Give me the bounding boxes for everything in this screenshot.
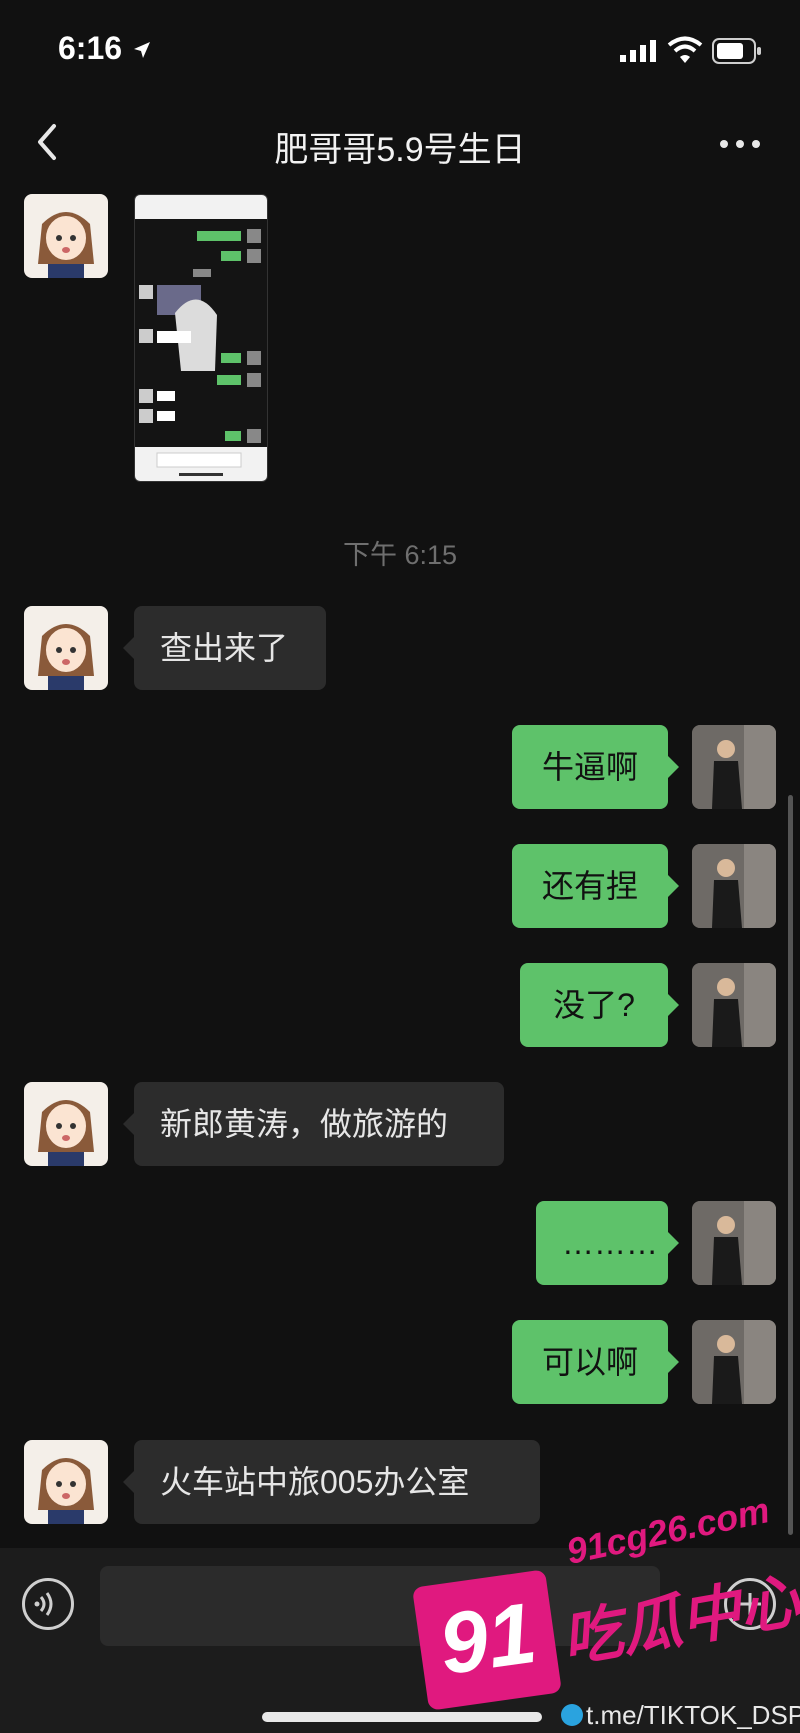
avatar-girl-icon [38, 212, 94, 278]
message-timestamp: 下午 6:15 [342, 540, 458, 570]
avatar[interactable] [24, 1082, 108, 1166]
avatar[interactable] [692, 844, 776, 928]
watermark-telegram: t.me/TIKTOK_DSP [586, 1700, 800, 1730]
avatar-man-icon [692, 1320, 776, 1404]
scrollbar[interactable] [788, 795, 793, 1535]
message-bubble-outgoing[interactable]: 没了? [520, 963, 679, 1047]
avatar[interactable] [24, 1440, 108, 1524]
avatar-girl-icon [38, 624, 94, 690]
avatar[interactable] [24, 194, 108, 278]
watermark-logo-text: 91 [433, 1584, 542, 1694]
status-bar: 6:16 [0, 0, 800, 100]
avatar-man-icon [692, 725, 776, 809]
battery-icon [712, 38, 761, 64]
telegram-icon [561, 1704, 583, 1726]
location-arrow-icon [134, 42, 150, 58]
avatar[interactable] [692, 1320, 776, 1404]
avatar[interactable] [692, 963, 776, 1047]
avatar-man-icon [692, 844, 776, 928]
avatar-man-icon [692, 1201, 776, 1285]
status-time: 6:16 [58, 30, 123, 66]
avatar-girl-icon [38, 1100, 94, 1166]
message-bubble-incoming[interactable]: 火车站中旅005办公室 [123, 1440, 540, 1524]
avatar[interactable] [692, 1201, 776, 1285]
message-bubble-outgoing[interactable]: 牛逼啊 [512, 725, 679, 809]
voice-icon[interactable] [22, 1578, 74, 1630]
message-bubble-incoming[interactable]: 查出来了 [123, 606, 326, 690]
signal-icon [620, 40, 656, 62]
more-icon[interactable] [716, 124, 764, 164]
home-indicator [262, 1712, 542, 1722]
avatar-man-icon [692, 963, 776, 1047]
wifi-icon [667, 36, 703, 63]
avatar[interactable] [24, 606, 108, 690]
message-bubble-outgoing[interactable]: ……… [536, 1201, 679, 1285]
chat-screenshot-image [135, 195, 267, 481]
avatar-girl-icon [38, 1458, 94, 1524]
chat-title: 肥哥哥5.9号生日 [274, 131, 526, 169]
avatar[interactable] [692, 725, 776, 809]
image-message-screenshot[interactable] [134, 194, 268, 482]
chat-header: 肥哥哥5.9号生日 [0, 100, 800, 188]
message-bubble-outgoing[interactable]: 可以啊 [512, 1320, 679, 1404]
message-bubble-outgoing[interactable]: 还有捏 [512, 844, 679, 928]
message-bubble-incoming[interactable]: 新郎黄涛，做旅游的 [123, 1082, 504, 1166]
